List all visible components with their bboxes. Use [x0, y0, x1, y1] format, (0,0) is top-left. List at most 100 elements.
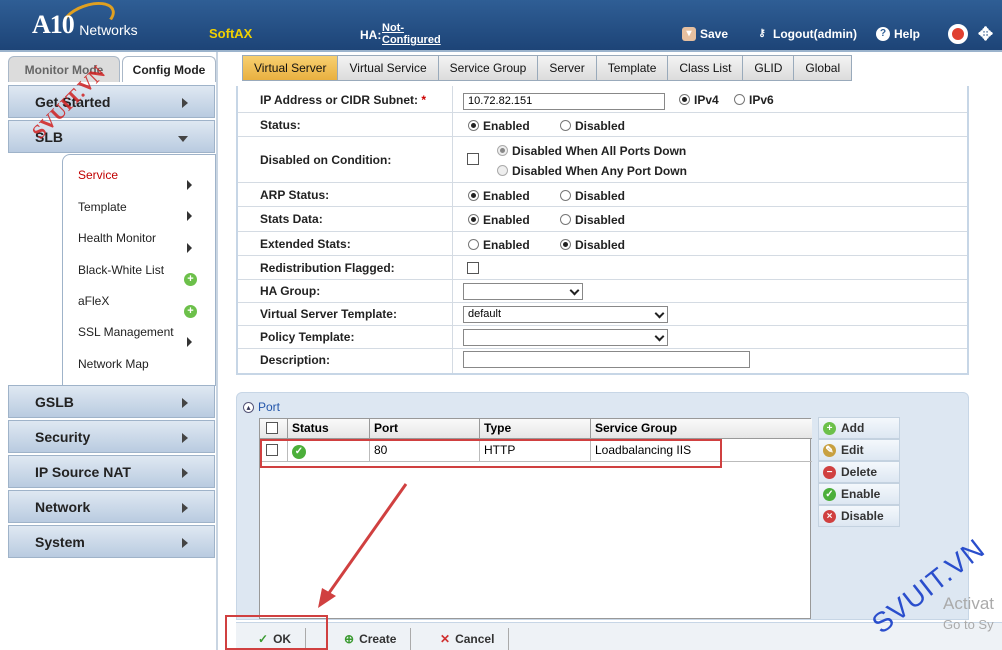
edit-button[interactable]: ✎ Edit: [818, 439, 900, 461]
column-header-status[interactable]: Status: [288, 419, 370, 439]
top-bar: A10 Networks SoftAX HA: Not-Configured ▾…: [0, 0, 1002, 52]
description-input[interactable]: [463, 351, 750, 368]
ha-label: HA:: [360, 28, 382, 42]
any-port-down-radio[interactable]: Disabled When Any Port Down: [497, 164, 687, 178]
collapse-icon[interactable]: ▴: [243, 401, 254, 413]
help-button[interactable]: ? Help: [876, 27, 920, 41]
tab-virtual-server[interactable]: Virtual Server: [242, 55, 339, 81]
disabled-condition-label: Disabled on Condition:: [260, 153, 392, 167]
create-button[interactable]: ⊕ Create: [344, 628, 412, 650]
chevron-right-icon: [182, 98, 188, 108]
tab-virtual-service[interactable]: Virtual Service: [337, 55, 439, 81]
sidebar-item-ip-source-nat[interactable]: IP Source NAT: [8, 455, 215, 488]
stats-enabled-radio[interactable]: Enabled: [468, 213, 530, 227]
ipv4-radio[interactable]: IPv4: [679, 93, 719, 107]
chevron-right-icon: [182, 503, 188, 513]
chevron-right-icon[interactable]: [187, 337, 192, 347]
save-button[interactable]: ▾ Save: [682, 27, 728, 41]
extended-stats-row: Extended Stats: Enabled Disabled: [238, 232, 967, 256]
submenu-item-ssl-management[interactable]: SSL Management: [78, 325, 174, 339]
policy-template-label: Policy Template:: [260, 330, 355, 344]
radio-icon: [468, 214, 479, 225]
radio-icon: [497, 165, 508, 176]
radio-icon: [560, 239, 571, 250]
disable-icon: ×: [823, 509, 836, 523]
tab-global[interactable]: Global: [793, 55, 853, 81]
sidebar-item-security[interactable]: Security: [8, 420, 215, 453]
tab-service-group[interactable]: Service Group: [437, 55, 539, 81]
extended-disabled-radio[interactable]: Disabled: [560, 238, 625, 252]
chevron-down-icon: [178, 136, 188, 142]
tab-template[interactable]: Template: [595, 55, 669, 81]
tab-config-mode[interactable]: Config Mode: [122, 56, 216, 82]
ip-row: IP Address or CIDR Subnet: * 10.72.82.15…: [238, 86, 967, 113]
policy-template-select[interactable]: [463, 329, 668, 346]
sidebar-item-network[interactable]: Network: [8, 490, 215, 523]
delete-button[interactable]: − Delete: [818, 461, 900, 483]
ipv6-radio[interactable]: IPv6: [734, 93, 774, 107]
arp-enabled-radio[interactable]: Enabled: [468, 189, 530, 203]
chevron-right-icon: [182, 433, 188, 443]
submenu-item-template[interactable]: Template: [78, 200, 127, 214]
submenu-item-black-white-list[interactable]: Black-White List: [78, 263, 164, 277]
arp-disabled-radio[interactable]: Disabled: [560, 189, 625, 203]
add-icon: +: [823, 421, 836, 435]
tab-server[interactable]: Server: [537, 55, 597, 81]
status-disabled-radio[interactable]: Disabled: [560, 119, 625, 133]
fullscreen-icon[interactable]: ✥: [978, 24, 993, 45]
ha-group-row: HA Group:: [238, 280, 967, 303]
logout-button[interactable]: ⚷ Logout(admin): [755, 27, 857, 41]
status-enabled-radio[interactable]: Enabled: [468, 119, 530, 133]
redistribution-checkbox[interactable]: [467, 262, 479, 274]
stats-disabled-radio[interactable]: Disabled: [560, 213, 625, 227]
submenu-item-aflex[interactable]: aFleX: [78, 294, 109, 308]
edit-icon: ✎: [823, 443, 836, 457]
sidebar-item-system[interactable]: System: [8, 525, 215, 558]
submenu-item-health-monitor[interactable]: Health Monitor: [78, 231, 156, 245]
submenu-item-service[interactable]: Service: [78, 168, 118, 182]
radio-icon: [560, 190, 571, 201]
activate-windows-subtext: Go to Sy: [943, 617, 994, 632]
chevron-right-icon[interactable]: [187, 180, 192, 190]
column-header-port[interactable]: Port: [370, 419, 480, 439]
ip-address-input[interactable]: 10.72.82.151: [463, 93, 665, 110]
select-all-checkbox[interactable]: [266, 422, 278, 434]
chevron-right-icon[interactable]: [187, 243, 192, 253]
extended-enabled-radio[interactable]: Enabled: [468, 238, 530, 252]
chevron-right-icon: [182, 468, 188, 478]
disable-button[interactable]: × Disable: [818, 505, 900, 527]
sidebar-item-get-started[interactable]: Get Started: [8, 85, 215, 118]
chevron-right-icon[interactable]: [187, 211, 192, 221]
plus-icon: ⊕: [344, 632, 355, 646]
vs-template-select[interactable]: default: [463, 306, 668, 323]
all-ports-down-radio[interactable]: Disabled When All Ports Down: [497, 144, 686, 158]
tab-glid[interactable]: GLID: [742, 55, 795, 81]
plus-icon[interactable]: +: [184, 273, 197, 286]
chevron-right-icon: [182, 398, 188, 408]
key-icon: ⚷: [758, 28, 766, 39]
plus-icon[interactable]: +: [184, 305, 197, 318]
highlight-box-ok: [225, 615, 328, 650]
enable-button[interactable]: ✓ Enable: [818, 483, 900, 505]
activate-windows-text: Activat: [943, 594, 995, 613]
submenu-item-network-map[interactable]: Network Map: [78, 357, 149, 371]
port-section-header[interactable]: ▴ Port: [243, 400, 280, 414]
arp-status-row: ARP Status: Enabled Disabled: [238, 183, 967, 207]
disabled-condition-checkbox[interactable]: [467, 153, 479, 165]
ip-label: IP Address or CIDR Subnet: *: [260, 93, 427, 107]
arp-status-label: ARP Status:: [260, 188, 330, 202]
extended-stats-label: Extended Stats:: [260, 237, 351, 251]
save-icon: ▾: [682, 27, 696, 41]
slb-submenu: Service Template Health Monitor Black-Wh…: [62, 154, 216, 386]
select-all-header: [260, 419, 288, 439]
lifebuoy-icon[interactable]: [948, 24, 968, 44]
sidebar-item-gslb[interactable]: GSLB: [8, 385, 215, 418]
column-header-type[interactable]: Type: [480, 419, 591, 439]
radio-icon: [468, 239, 479, 250]
add-button[interactable]: + Add: [818, 417, 900, 439]
ha-group-select[interactable]: [463, 283, 583, 300]
cancel-button[interactable]: ✕ Cancel: [440, 628, 510, 650]
column-header-service-group[interactable]: Service Group: [591, 419, 812, 439]
ha-status-link[interactable]: Not-Configured: [382, 22, 452, 46]
tab-class-list[interactable]: Class List: [667, 55, 744, 81]
